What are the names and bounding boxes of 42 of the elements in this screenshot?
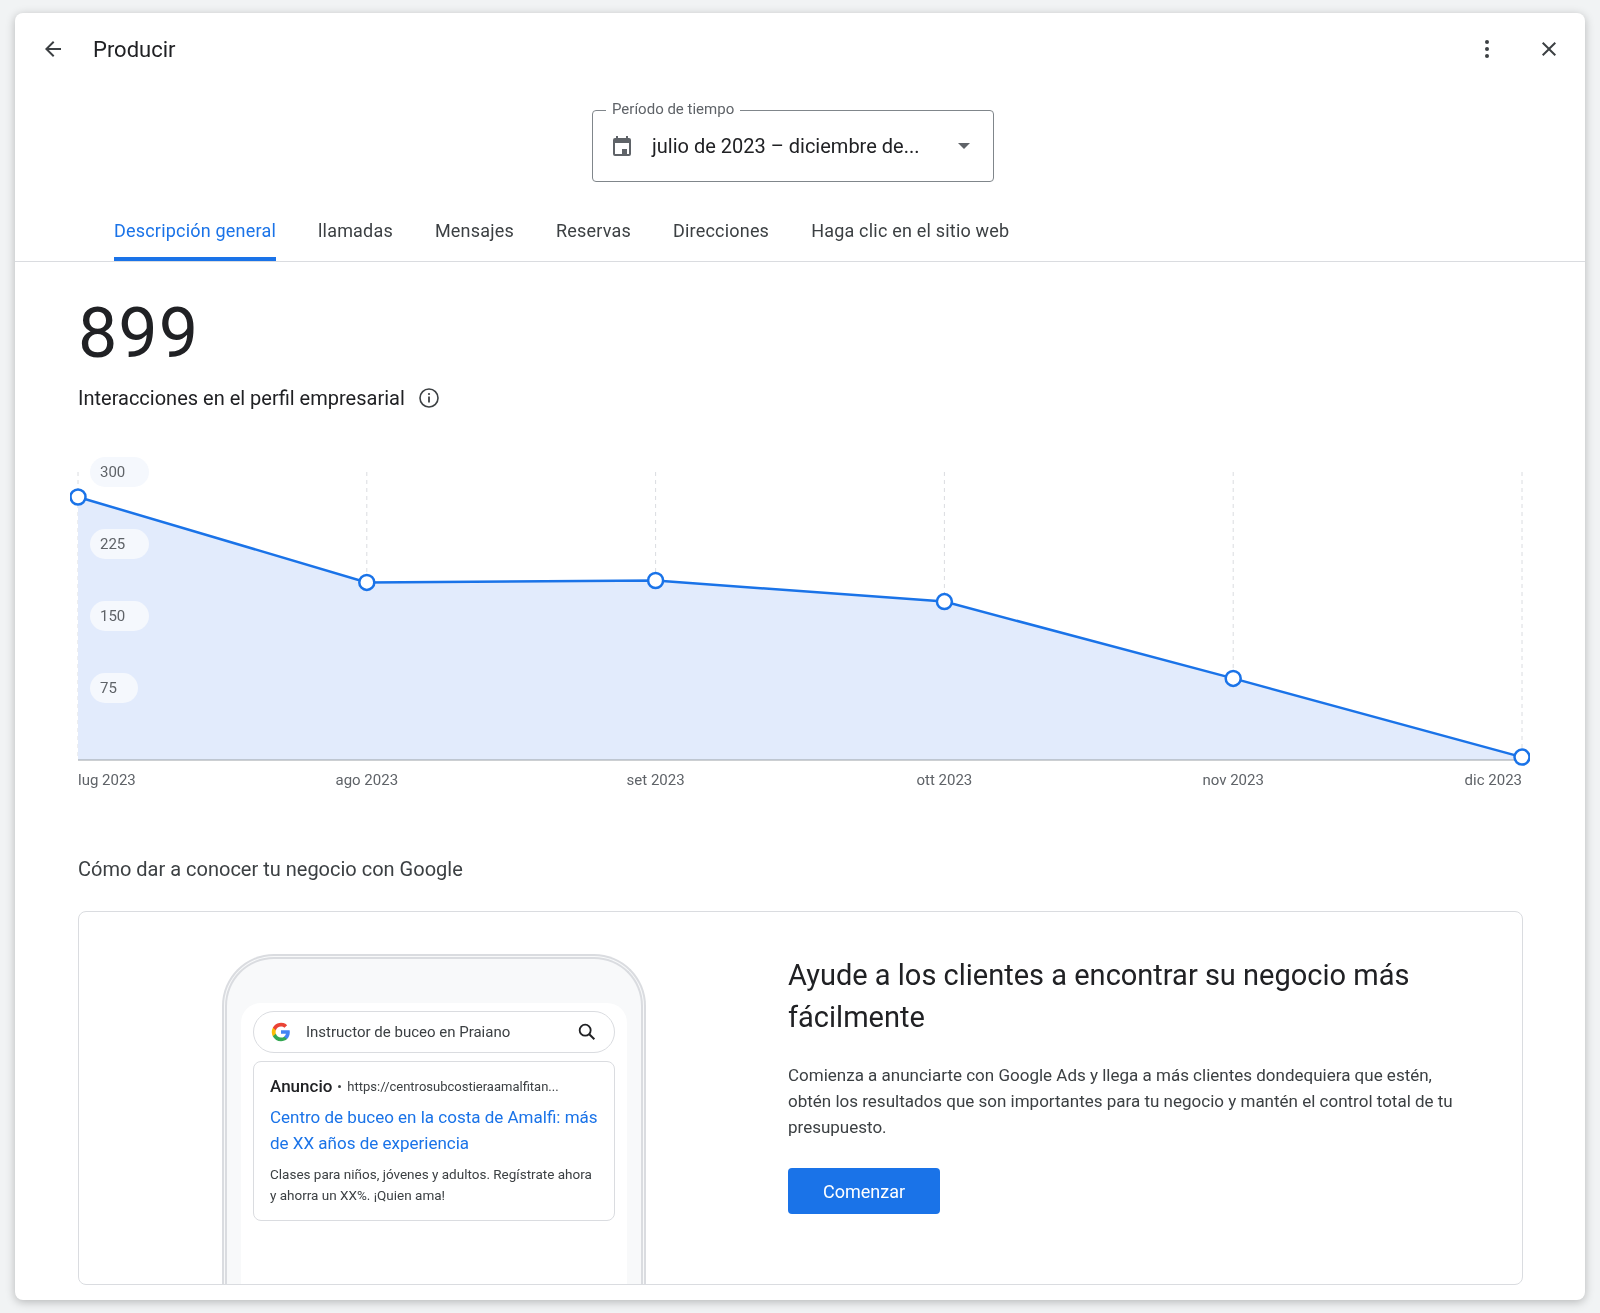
search-query: Instructor de buceo en Praiano bbox=[306, 1023, 512, 1041]
tab[interactable]: Haga clic en el sitio web bbox=[811, 210, 1010, 261]
data-point bbox=[646, 571, 665, 590]
search-icon bbox=[576, 1021, 598, 1043]
y-tick-label: 300 bbox=[100, 463, 126, 481]
data-point bbox=[1224, 669, 1242, 688]
y-tick-label: 75 bbox=[100, 679, 117, 697]
data-point bbox=[1513, 748, 1530, 766]
x-tick-label: dic 2023 bbox=[1464, 771, 1522, 789]
ad-url: https://centrosubcostieraamalfitan... bbox=[347, 1078, 559, 1094]
y-tick-label: 150 bbox=[100, 607, 126, 625]
promo-title: Ayude a los clientes a encontrar su negocio más fácilmente bbox=[788, 957, 1411, 1036]
separator-dot bbox=[338, 1084, 342, 1088]
field-label: Período de tiempo bbox=[606, 100, 741, 118]
tab[interactable]: Direcciones bbox=[673, 210, 770, 261]
start-button[interactable]: Comenzar bbox=[788, 1168, 940, 1214]
tab[interactable]: Mensajes bbox=[434, 210, 514, 261]
ad-label: Anuncio bbox=[270, 1076, 333, 1096]
data-point bbox=[935, 592, 954, 611]
tab[interactable]: llamadas bbox=[318, 210, 393, 261]
google-logo-icon bbox=[270, 1021, 292, 1043]
tab[interactable]: Reservas bbox=[556, 210, 631, 261]
data-point bbox=[70, 488, 87, 506]
x-tick-label: set 2023 bbox=[626, 771, 685, 789]
y-tick-label: 300 bbox=[90, 457, 149, 487]
tab[interactable]: Descripción general bbox=[114, 210, 276, 261]
section-heading: Cómo dar a conocer tu negocio con Google bbox=[78, 857, 464, 881]
x-tick-label: ott 2023 bbox=[916, 771, 973, 789]
time-period-dropdown[interactable]: Período de tiempo julio de 2023 – diciembre de... bbox=[592, 100, 994, 182]
y-tick-label: 225 bbox=[100, 535, 126, 553]
window-title: Producir bbox=[93, 36, 176, 62]
metric-label: Interacciones en el perfil empresarial bbox=[78, 386, 405, 410]
info-icon[interactable] bbox=[416, 386, 441, 410]
total-count: 899 bbox=[78, 298, 201, 368]
ad-description: Clases para niños, jóvenes y adultos. Regístrate ahora y ahorra un XX%. ¡Quien ama! bbox=[270, 1165, 593, 1205]
x-tick-label: nov 2023 bbox=[1202, 771, 1264, 789]
x-tick-label: ago 2023 bbox=[335, 771, 399, 789]
calendar-icon bbox=[610, 134, 634, 158]
data-point bbox=[358, 573, 376, 592]
x-tick-label: lug 2023 bbox=[78, 771, 136, 789]
dropdown-caret-icon bbox=[958, 143, 970, 149]
promo-description: Comienza a anunciarte con Google Ads y llega a más clientes dondequiera que estén, obtén los resultados que son importantes para tu negocio y mantén el control total de tu presupuesto. bbox=[788, 1064, 1453, 1139]
